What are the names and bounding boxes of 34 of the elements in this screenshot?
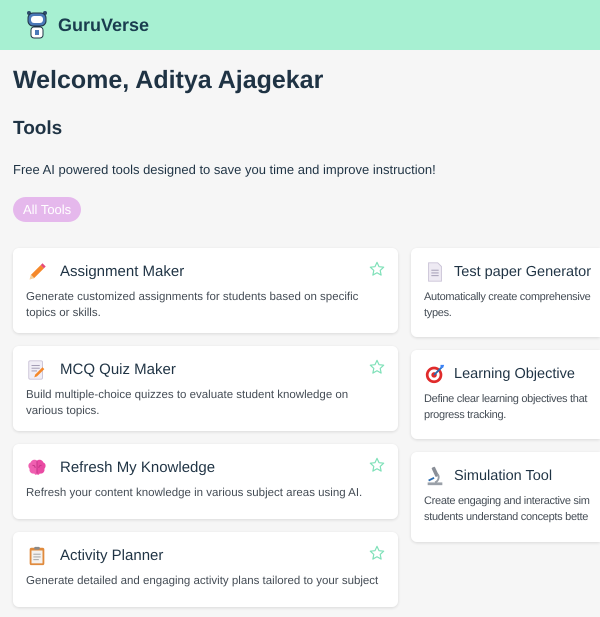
star-icon[interactable] (369, 457, 385, 473)
tool-description-line: Define clear learning objectives that (424, 392, 588, 407)
target-icon (424, 363, 446, 385)
tool-description: Generate detailed and engaging activity plans tailored to your subject (26, 574, 380, 589)
welcome-heading: Welcome, Aditya Ajagekar (13, 65, 324, 96)
section-subtitle: Free AI powered tools designed to save you time and improve instruction! (13, 161, 437, 179)
tool-description: Refresh your content knowledge in various subject areas using AI. (26, 486, 364, 501)
tool-title: Refresh My Knowledge (60, 458, 216, 478)
tool-title: Simulation Tool (454, 467, 552, 486)
tool-card[interactable]: MCQ Quiz Maker Build multiple-choice quizzes to evaluate student knowledge on various topics. (13, 346, 398, 431)
tool-description-line: progress tracking. (424, 408, 508, 423)
section-heading: Tools (13, 117, 64, 141)
tool-description-line: Create engaging and interactive sim (424, 494, 591, 509)
tool-title: Test paper Generator (454, 263, 592, 282)
brand-name[interactable]: GuruVerse (58, 12, 150, 38)
star-icon[interactable] (369, 359, 385, 375)
star-icon[interactable] (369, 545, 385, 561)
tool-card[interactable]: Refresh My Knowledge Refresh your content knowledge in various subject areas using AI. (13, 444, 398, 519)
tool-description-line: students understand concepts bette (424, 510, 590, 525)
star-icon[interactable] (369, 261, 385, 277)
robot-logo-icon (26, 10, 48, 40)
tool-card[interactable]: Simulation Tool Create engaging and interactive sim students understand concepts bette (411, 452, 600, 542)
tool-card[interactable]: Learning Objective Define clear learning objectives that progress tracking. (411, 350, 600, 439)
tool-description: Generate customized assignments for students based on specific topics or skills. (26, 290, 360, 321)
tool-card[interactable]: Activity Planner Generate detailed and engaging activity plans tailored to your subject (13, 532, 398, 607)
tool-description-line: types. (424, 306, 453, 321)
tool-description-line: Automatically create comprehensive (424, 290, 592, 305)
tool-title: Learning Objective (454, 365, 575, 384)
tool-card[interactable]: Assignment Maker Generate customized assignments for students based on specific topics or skills. (13, 248, 398, 333)
tool-title: Activity Planner (60, 546, 164, 566)
tool-description: Build multiple-choice quizzes to evaluate student knowledge on various topics. (26, 388, 350, 419)
tool-title: Assignment Maker (60, 262, 186, 282)
tool-card[interactable]: Test paper Generator Automatically create comprehensive types. (411, 248, 600, 337)
tool-title: MCQ Quiz Maker (60, 360, 177, 380)
